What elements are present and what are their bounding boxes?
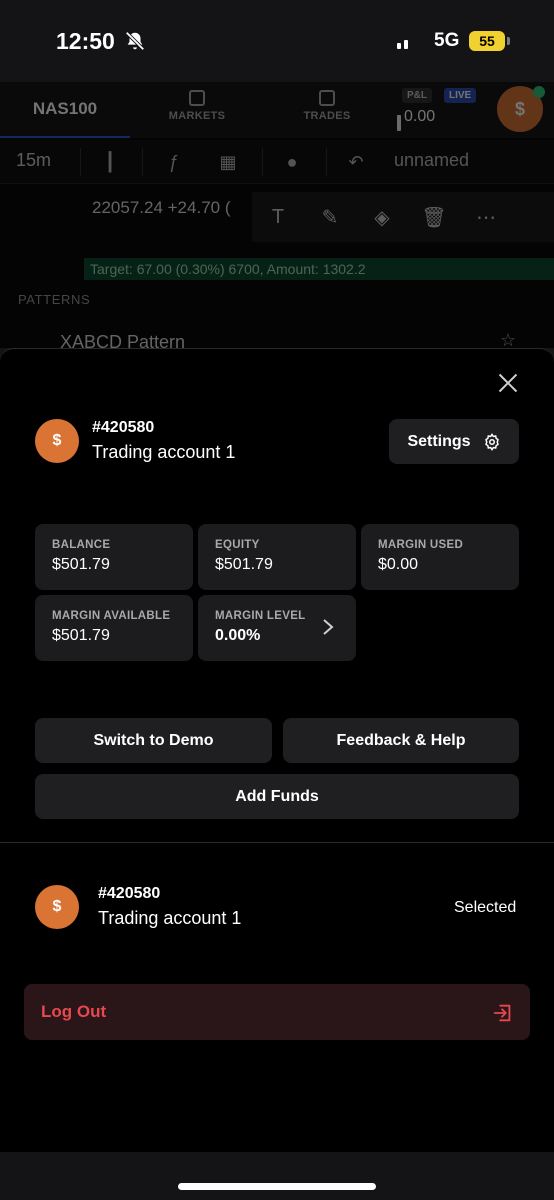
selected-status: Selected [454,899,517,916]
pnl-tag: P&L [402,88,432,103]
toolbar-divider [326,148,327,176]
account-sheet: $ #420580 Trading account 1 Settings BAL… [0,348,554,1152]
stat-balance: BALANCE $501.79 [35,524,193,590]
text-tool-icon[interactable]: T [252,206,304,229]
screen: 12:50 5G 55 NAS100 MARKETS TRADES P&L LI… [0,0,554,1200]
battery-cap [507,37,510,45]
switch-to-demo-button[interactable]: Switch to Demo [35,718,272,763]
battery-icon: 55 [469,31,505,51]
toolbar-divider [262,148,263,176]
price-row: 22057.24 +24.70 ( T ✎ ◈ 🗑 ⋯ [0,186,554,254]
live-badge: LIVE [444,88,477,103]
status-bar: 12:50 5G 55 [0,0,554,131]
pnl-value: 0.00 [404,108,436,125]
logout-label: Log Out [41,1002,107,1021]
grid-layout-icon[interactable]: ▦ [218,152,238,172]
account-avatar: $ [35,419,79,463]
stat-label: MARGIN LEVEL [215,610,306,622]
stat-value: $501.79 [52,556,110,573]
trash-icon[interactable]: 🗑 [408,205,460,230]
more-icon[interactable]: ⋯ [460,205,512,230]
stat-margin-available: MARGIN AVAILABLE $501.79 [35,595,193,661]
fill-icon[interactable]: ◈ [356,205,408,230]
toolbar-divider [80,148,81,176]
network-type: 5G [434,30,460,51]
tab-markets-label: MARKETS [168,110,226,122]
globe-icon[interactable]: ● [282,152,302,172]
home-indicator[interactable] [178,1183,376,1190]
section-divider [0,842,554,843]
patterns-label: PATTERNS [18,292,91,307]
stat-value: $501.79 [215,556,273,573]
interval-selector[interactable]: 15m [16,150,51,171]
account-name: Trading account 1 [92,442,236,462]
top-nav: NAS100 MARKETS TRADES P&L LIVE 0.00 $ [0,82,554,138]
layout-name[interactable]: unnamed [394,150,469,171]
stat-value: 0.00% [215,627,261,644]
stat-label: MARGIN AVAILABLE [52,610,171,622]
stat-equity: EQUITY $501.79 [198,524,356,590]
toolbar-divider [142,148,143,176]
stat-margin-used: MARGIN USED $0.00 [361,524,519,590]
feedback-help-button[interactable]: Feedback & Help [283,718,519,763]
bell-slash-icon [125,31,145,51]
chevron-right-icon [323,619,334,635]
tab-markets[interactable]: MARKETS [152,90,242,134]
home-indicator-area [0,1152,554,1200]
drawing-tools: T ✎ ◈ 🗑 ⋯ [252,192,554,242]
account-name: Trading account 1 [98,908,242,928]
cellular-signal-icon [397,33,408,131]
status-time: 12:50 [56,28,115,54]
stat-value: $0.00 [378,556,419,573]
stat-label: MARGIN USED [378,539,464,551]
add-funds-button[interactable]: Add Funds [35,774,519,819]
markets-icon [189,90,205,106]
account-avatar: $ [35,885,79,929]
logout-icon [493,1004,511,1022]
gear-icon [484,432,499,451]
symbol-tab[interactable]: NAS100 [0,82,130,138]
settings-button[interactable]: Settings [389,419,519,464]
undo-icon[interactable]: ↶ [346,152,366,172]
trades-icon [319,90,335,106]
stat-margin-level[interactable]: MARGIN LEVEL 0.00% [198,595,356,661]
candlestick-icon[interactable]: ┃ [100,152,120,172]
stat-label: EQUITY [215,539,260,551]
account-id: #420580 [92,419,155,436]
target-row: Target: 67.00 (0.30%) 6700, Amount: 1302… [84,258,554,280]
indicators-icon[interactable]: ƒ [164,152,184,172]
stat-value: $501.79 [52,627,110,644]
tab-trades-label: TRADES [303,110,351,122]
online-status-dot [533,86,545,98]
chart-toolbar: 15m ┃ ƒ ▦ ● ↶ unnamed [0,140,554,184]
background-app: NAS100 MARKETS TRADES P&L LIVE 0.00 $ 15… [0,82,554,352]
price-text: 22057.24 +24.70 ( [92,198,231,217]
settings-label: Settings [407,432,471,450]
tab-trades[interactable]: TRADES [282,90,372,134]
stat-label: BALANCE [52,539,111,551]
brush-icon[interactable]: ✎ [304,205,356,230]
close-button[interactable] [494,369,522,397]
logout-button[interactable]: Log Out [24,984,530,1040]
account-id: #420580 [98,885,161,902]
pnl-box[interactable]: P&L LIVE 0.00 [394,86,486,134]
